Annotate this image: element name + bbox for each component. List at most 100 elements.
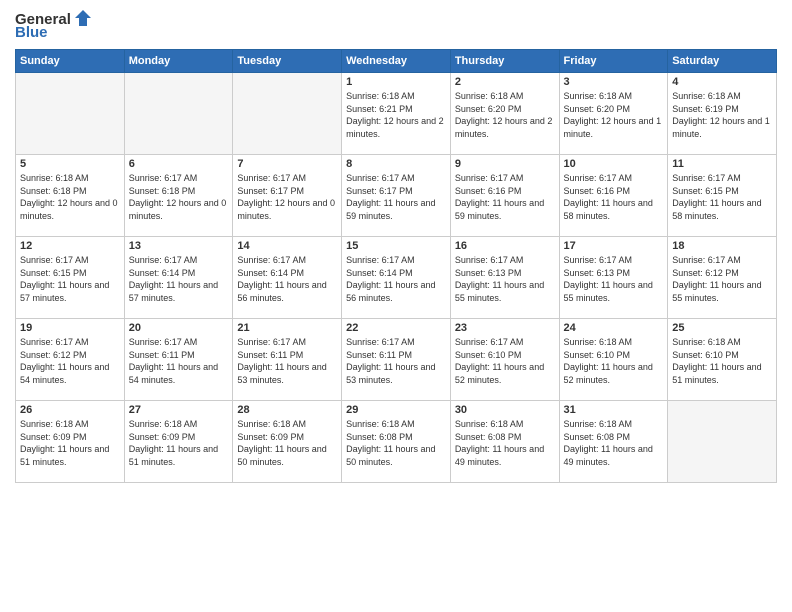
day-number: 18 [672, 240, 772, 252]
calendar-table: SundayMondayTuesdayWednesdayThursdayFrid… [15, 49, 777, 483]
calendar-cell [124, 73, 233, 155]
calendar-cell: 7 Sunrise: 6:17 AMSunset: 6:17 PMDaylight… [233, 155, 342, 237]
day-info: Sunrise: 6:17 AMSunset: 6:14 PMDaylight:… [237, 254, 337, 304]
day-number: 12 [20, 240, 120, 252]
day-info: Sunrise: 6:17 AMSunset: 6:11 PMDaylight:… [129, 336, 229, 386]
calendar-cell [233, 73, 342, 155]
day-number: 10 [564, 158, 664, 170]
calendar-cell [668, 401, 777, 483]
calendar-cell: 8 Sunrise: 6:17 AMSunset: 6:17 PMDaylight… [342, 155, 451, 237]
day-info: Sunrise: 6:17 AMSunset: 6:16 PMDaylight:… [564, 172, 664, 222]
logo-icon [73, 8, 93, 28]
header: General Blue [15, 10, 777, 41]
day-number: 20 [129, 322, 229, 334]
calendar-cell: 5 Sunrise: 6:18 AMSunset: 6:18 PMDaylight… [16, 155, 125, 237]
calendar-week-row: 19 Sunrise: 6:17 AMSunset: 6:12 PMDayligh… [16, 319, 777, 401]
day-number: 11 [672, 158, 772, 170]
day-info: Sunrise: 6:17 AMSunset: 6:15 PMDaylight:… [20, 254, 120, 304]
day-number: 8 [346, 158, 446, 170]
calendar-cell: 28 Sunrise: 6:18 AMSunset: 6:09 PMDayligh… [233, 401, 342, 483]
day-info: Sunrise: 6:17 AMSunset: 6:14 PMDaylight:… [129, 254, 229, 304]
weekday-header-thursday: Thursday [450, 50, 559, 73]
calendar-cell: 20 Sunrise: 6:17 AMSunset: 6:11 PMDayligh… [124, 319, 233, 401]
day-info: Sunrise: 6:17 AMSunset: 6:18 PMDaylight:… [129, 172, 229, 222]
day-number: 2 [455, 76, 555, 88]
day-info: Sunrise: 6:18 AMSunset: 6:09 PMDaylight:… [237, 418, 337, 468]
calendar-cell: 2 Sunrise: 6:18 AMSunset: 6:20 PMDaylight… [450, 73, 559, 155]
page: General Blue SundayMondayTuesdayWednesda… [0, 0, 792, 612]
calendar-cell: 9 Sunrise: 6:17 AMSunset: 6:16 PMDaylight… [450, 155, 559, 237]
weekday-header-saturday: Saturday [668, 50, 777, 73]
calendar-cell: 4 Sunrise: 6:18 AMSunset: 6:19 PMDaylight… [668, 73, 777, 155]
calendar-cell [16, 73, 125, 155]
day-info: Sunrise: 6:17 AMSunset: 6:17 PMDaylight:… [237, 172, 337, 222]
calendar-cell: 22Sunrise: 6:17 AMSunset: 6:11 PMDayligh… [342, 319, 451, 401]
calendar-cell: 15 Sunrise: 6:17 AMSunset: 6:14 PMDayligh… [342, 237, 451, 319]
day-info: Sunrise: 6:17 AMSunset: 6:10 PMDaylight:… [455, 336, 555, 386]
calendar-cell: 16 Sunrise: 6:17 AMSunset: 6:13 PMDayligh… [450, 237, 559, 319]
day-number: 3 [564, 76, 664, 88]
calendar-cell: 21 Sunrise: 6:17 AMSunset: 6:11 PMDayligh… [233, 319, 342, 401]
day-info: Sunrise: 6:17 AMSunset: 6:15 PMDaylight:… [672, 172, 772, 222]
day-info: Sunrise: 6:18 AMSunset: 6:18 PMDaylight:… [20, 172, 120, 222]
day-info: Sunrise: 6:17 AMSunset: 6:13 PMDaylight:… [564, 254, 664, 304]
day-info: Sunrise: 6:18 AMSunset: 6:10 PMDaylight:… [672, 336, 772, 386]
weekday-header-tuesday: Tuesday [233, 50, 342, 73]
day-number: 4 [672, 76, 772, 88]
calendar-week-row: 26 Sunrise: 6:18 AMSunset: 6:09 PMDayligh… [16, 401, 777, 483]
calendar-cell: 12 Sunrise: 6:17 AMSunset: 6:15 PMDayligh… [16, 237, 125, 319]
weekday-header-row: SundayMondayTuesdayWednesdayThursdayFrid… [16, 50, 777, 73]
calendar-week-row: 12 Sunrise: 6:17 AMSunset: 6:15 PMDayligh… [16, 237, 777, 319]
weekday-header-monday: Monday [124, 50, 233, 73]
calendar-cell: 19 Sunrise: 6:17 AMSunset: 6:12 PMDayligh… [16, 319, 125, 401]
day-number: 29 [346, 404, 446, 416]
day-number: 14 [237, 240, 337, 252]
calendar-cell: 30 Sunrise: 6:18 AMSunset: 6:08 PMDayligh… [450, 401, 559, 483]
day-number: 26 [20, 404, 120, 416]
day-info: Sunrise: 6:17 AMSunset: 6:17 PMDaylight:… [346, 172, 446, 222]
weekday-header-friday: Friday [559, 50, 668, 73]
calendar-cell: 17Sunrise: 6:17 AMSunset: 6:13 PMDayligh… [559, 237, 668, 319]
calendar-week-row: 5 Sunrise: 6:18 AMSunset: 6:18 PMDaylight… [16, 155, 777, 237]
calendar-cell: 13Sunrise: 6:17 AMSunset: 6:14 PMDayligh… [124, 237, 233, 319]
calendar-cell: 10 Sunrise: 6:17 AMSunset: 6:16 PMDayligh… [559, 155, 668, 237]
calendar-week-row: 1Sunrise: 6:18 AMSunset: 6:21 PMDaylight… [16, 73, 777, 155]
calendar-cell: 18Sunrise: 6:17 AMSunset: 6:12 PMDayligh… [668, 237, 777, 319]
calendar-cell: 14 Sunrise: 6:17 AMSunset: 6:14 PMDayligh… [233, 237, 342, 319]
day-number: 25 [672, 322, 772, 334]
day-number: 30 [455, 404, 555, 416]
weekday-header-sunday: Sunday [16, 50, 125, 73]
day-info: Sunrise: 6:17 AMSunset: 6:11 PMDaylight:… [346, 336, 446, 386]
day-number: 15 [346, 240, 446, 252]
day-info: Sunrise: 6:18 AMSunset: 6:08 PMDaylight:… [455, 418, 555, 468]
day-number: 24 [564, 322, 664, 334]
day-number: 6 [129, 158, 229, 170]
day-info: Sunrise: 6:17 AMSunset: 6:12 PMDaylight:… [20, 336, 120, 386]
day-number: 19 [20, 322, 120, 334]
day-number: 1 [346, 76, 446, 88]
day-info: Sunrise: 6:18 AMSunset: 6:20 PMDaylight:… [564, 90, 664, 140]
day-info: Sunrise: 6:17 AMSunset: 6:13 PMDaylight:… [455, 254, 555, 304]
day-number: 27 [129, 404, 229, 416]
day-number: 7 [237, 158, 337, 170]
day-info: Sunrise: 6:17 AMSunset: 6:16 PMDaylight:… [455, 172, 555, 222]
day-info: Sunrise: 6:17 AMSunset: 6:14 PMDaylight:… [346, 254, 446, 304]
day-info: Sunrise: 6:18 AMSunset: 6:19 PMDaylight:… [672, 90, 772, 140]
calendar-cell: 23Sunrise: 6:17 AMSunset: 6:10 PMDayligh… [450, 319, 559, 401]
calendar-cell: 26Sunrise: 6:18 AMSunset: 6:09 PMDayligh… [16, 401, 125, 483]
day-info: Sunrise: 6:18 AMSunset: 6:20 PMDaylight:… [455, 90, 555, 140]
day-number: 9 [455, 158, 555, 170]
calendar-cell: 29 Sunrise: 6:18 AMSunset: 6:08 PMDayligh… [342, 401, 451, 483]
day-number: 28 [237, 404, 337, 416]
day-info: Sunrise: 6:18 AMSunset: 6:08 PMDaylight:… [564, 418, 664, 468]
day-number: 21 [237, 322, 337, 334]
day-number: 5 [20, 158, 120, 170]
calendar-cell: 27 Sunrise: 6:18 AMSunset: 6:09 PMDayligh… [124, 401, 233, 483]
calendar-cell: 25 Sunrise: 6:18 AMSunset: 6:10 PMDayligh… [668, 319, 777, 401]
calendar-cell: 11 Sunrise: 6:17 AMSunset: 6:15 PMDayligh… [668, 155, 777, 237]
day-number: 16 [455, 240, 555, 252]
day-info: Sunrise: 6:18 AMSunset: 6:09 PMDaylight:… [129, 418, 229, 468]
day-info: Sunrise: 6:18 AMSunset: 6:08 PMDaylight:… [346, 418, 446, 468]
day-info: Sunrise: 6:17 AMSunset: 6:11 PMDaylight:… [237, 336, 337, 386]
day-info: Sunrise: 6:18 AMSunset: 6:10 PMDaylight:… [564, 336, 664, 386]
